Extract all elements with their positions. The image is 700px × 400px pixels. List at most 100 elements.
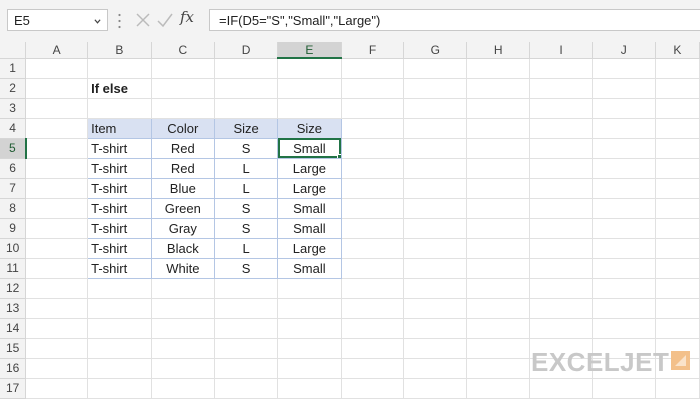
table-header-size[interactable]: Size bbox=[214, 117, 279, 139]
row-header[interactable]: 11 bbox=[0, 258, 27, 279]
cell[interactable] bbox=[403, 238, 468, 259]
cell[interactable] bbox=[529, 78, 593, 99]
cell[interactable] bbox=[655, 258, 700, 279]
cell[interactable] bbox=[25, 78, 89, 99]
cell[interactable] bbox=[592, 258, 656, 279]
cell[interactable] bbox=[341, 118, 405, 139]
cell[interactable] bbox=[529, 58, 593, 79]
cell[interactable] bbox=[529, 318, 593, 339]
cell[interactable] bbox=[403, 158, 468, 179]
cell[interactable] bbox=[529, 138, 593, 159]
cell[interactable] bbox=[341, 298, 405, 319]
cell[interactable] bbox=[466, 318, 531, 339]
cell[interactable] bbox=[25, 298, 89, 319]
cell[interactable] bbox=[277, 338, 342, 359]
cell[interactable] bbox=[25, 58, 89, 79]
cell[interactable] bbox=[341, 318, 405, 339]
cell[interactable] bbox=[592, 278, 656, 299]
cell[interactable] bbox=[341, 238, 405, 259]
cell[interactable] bbox=[592, 138, 656, 159]
cell[interactable] bbox=[466, 218, 531, 239]
cell[interactable] bbox=[25, 218, 89, 239]
cell[interactable] bbox=[403, 178, 468, 199]
cell[interactable] bbox=[341, 278, 405, 299]
table-header-color[interactable]: Color bbox=[150, 117, 216, 139]
cell[interactable] bbox=[341, 378, 405, 399]
cell[interactable] bbox=[592, 218, 656, 239]
cell[interactable] bbox=[403, 198, 468, 219]
cell[interactable] bbox=[466, 298, 531, 319]
cell[interactable] bbox=[87, 278, 152, 299]
cell[interactable] bbox=[466, 158, 531, 179]
table-cell-color[interactable]: White bbox=[150, 257, 216, 279]
cell[interactable] bbox=[466, 378, 531, 399]
cell[interactable] bbox=[25, 318, 89, 339]
cell[interactable] bbox=[403, 318, 468, 339]
table-cell-result[interactable]: Small bbox=[277, 217, 342, 239]
sheet-title[interactable]: If else bbox=[87, 78, 152, 99]
cell[interactable] bbox=[214, 358, 279, 379]
cell[interactable] bbox=[341, 58, 405, 79]
cell[interactable] bbox=[214, 338, 279, 359]
cell[interactable] bbox=[592, 158, 656, 179]
column-header-f[interactable]: F bbox=[341, 42, 405, 59]
column-header-b[interactable]: B bbox=[87, 42, 152, 59]
cell[interactable] bbox=[655, 118, 700, 139]
row-header[interactable]: 4 bbox=[0, 118, 27, 139]
cell[interactable] bbox=[655, 138, 700, 159]
cell[interactable] bbox=[592, 78, 656, 99]
cell[interactable] bbox=[214, 58, 279, 79]
cell[interactable] bbox=[529, 298, 593, 319]
column-header-g[interactable]: G bbox=[403, 42, 468, 59]
cell[interactable] bbox=[214, 78, 279, 99]
cell[interactable] bbox=[403, 138, 468, 159]
selected-cell-e5[interactable]: Small bbox=[277, 137, 342, 159]
table-cell-color[interactable]: Red bbox=[150, 137, 216, 159]
cell[interactable] bbox=[655, 178, 700, 199]
cell[interactable] bbox=[655, 318, 700, 339]
cell[interactable] bbox=[25, 158, 89, 179]
cell[interactable] bbox=[592, 198, 656, 219]
cell[interactable] bbox=[529, 278, 593, 299]
row-header[interactable]: 17 bbox=[0, 378, 27, 399]
cell[interactable] bbox=[403, 298, 468, 319]
cell[interactable] bbox=[87, 358, 152, 379]
cell[interactable] bbox=[25, 198, 89, 219]
cell[interactable] bbox=[592, 238, 656, 259]
column-header-i[interactable]: I bbox=[529, 42, 593, 59]
cell[interactable] bbox=[403, 278, 468, 299]
table-cell-item[interactable]: T-shirt bbox=[87, 177, 152, 199]
table-cell-item[interactable]: T-shirt bbox=[87, 157, 152, 179]
cell[interactable] bbox=[87, 318, 152, 339]
cell[interactable] bbox=[592, 178, 656, 199]
table-cell-item[interactable]: T-shirt bbox=[87, 257, 152, 279]
cell[interactable] bbox=[655, 158, 700, 179]
cell[interactable] bbox=[341, 98, 405, 119]
cell[interactable] bbox=[466, 278, 531, 299]
cell[interactable] bbox=[277, 298, 342, 319]
column-header-d[interactable]: D bbox=[214, 42, 279, 59]
table-cell-size[interactable]: S bbox=[214, 217, 279, 239]
column-header-c[interactable]: C bbox=[151, 42, 216, 59]
table-cell-size[interactable]: S bbox=[214, 257, 279, 279]
cell[interactable] bbox=[151, 298, 216, 319]
table-cell-size[interactable]: S bbox=[214, 197, 279, 219]
cell[interactable] bbox=[25, 138, 89, 159]
cell[interactable] bbox=[655, 98, 700, 119]
select-all-corner[interactable] bbox=[0, 42, 27, 59]
cell[interactable] bbox=[466, 238, 531, 259]
row-header[interactable]: 13 bbox=[0, 298, 27, 319]
cell[interactable] bbox=[655, 378, 700, 399]
table-cell-color[interactable]: Green bbox=[150, 197, 216, 219]
row-header[interactable]: 7 bbox=[0, 178, 27, 199]
cell[interactable] bbox=[151, 338, 216, 359]
cell[interactable] bbox=[87, 98, 152, 119]
enter-check-icon[interactable] bbox=[156, 10, 174, 30]
fill-handle[interactable] bbox=[336, 153, 341, 157]
cell[interactable] bbox=[277, 78, 342, 99]
cell[interactable] bbox=[655, 238, 700, 259]
cell[interactable] bbox=[592, 318, 656, 339]
column-header-a[interactable]: A bbox=[25, 42, 89, 59]
cell[interactable] bbox=[529, 118, 593, 139]
cell[interactable] bbox=[87, 338, 152, 359]
